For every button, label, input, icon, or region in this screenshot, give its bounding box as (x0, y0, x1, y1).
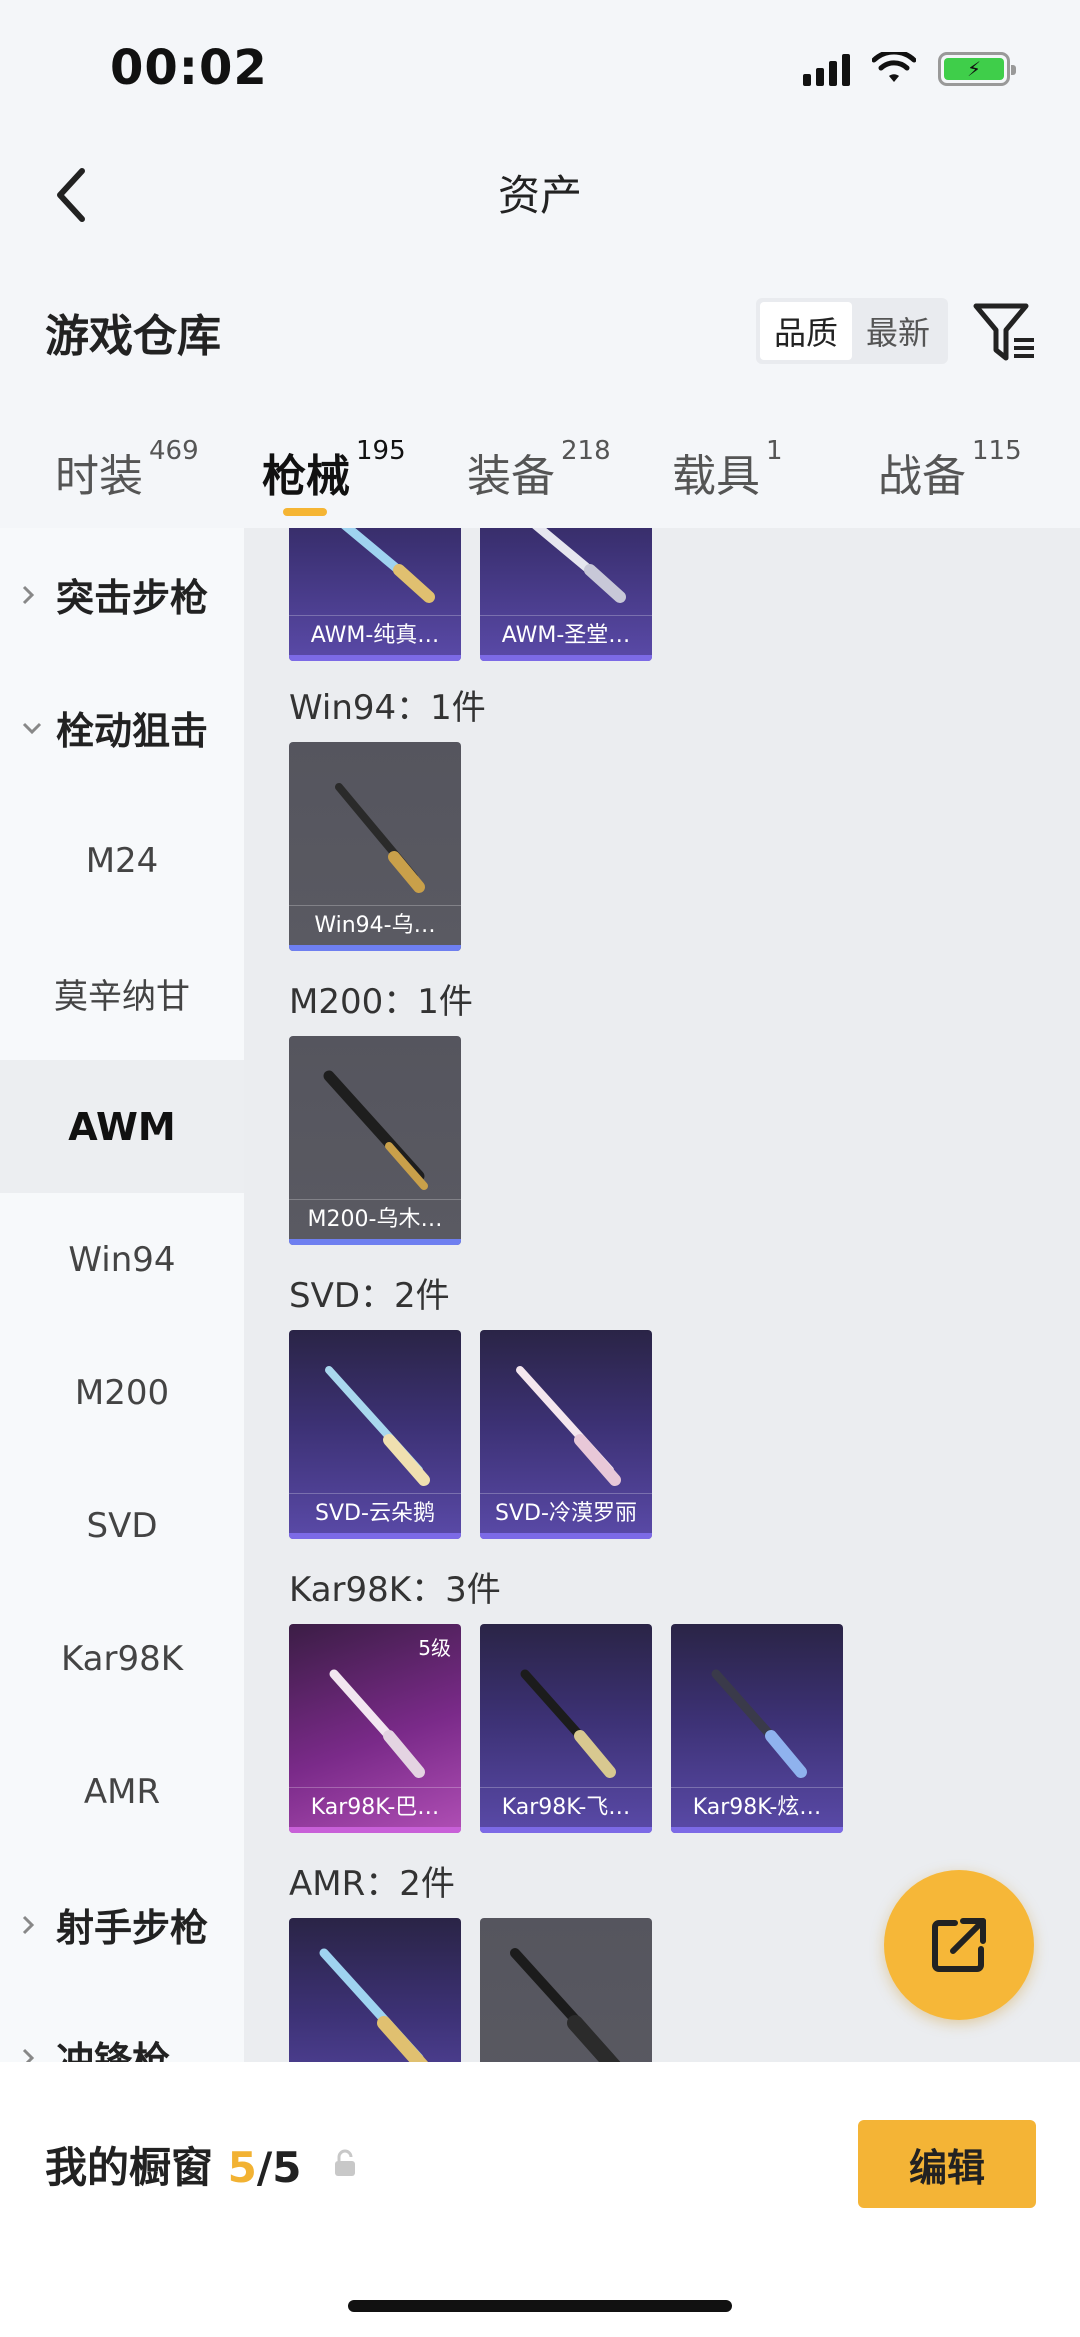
rifle-icon (319, 1948, 429, 2062)
group-label-win94: Win94：1件 (289, 688, 486, 728)
showcase-label: 我的橱窗 5/5 (45, 2143, 302, 2192)
status-icons: ⚡ (803, 52, 1016, 86)
level-badge: 5级 (418, 1636, 451, 1660)
sidebar-cat-label: 栓动狙击 (56, 709, 209, 753)
weapon-grid: AWM-纯真… AWM-圣堂… Win94：1件 Win94-乌… M200：1… (244, 528, 1080, 2062)
page-title: 资产 (497, 171, 582, 220)
share-icon (932, 1918, 986, 1972)
group-label-svd: SVD：2件 (289, 1276, 450, 1316)
group-label-kar98k: Kar98K：3件 (289, 1570, 501, 1610)
lock-icon (335, 2149, 355, 2176)
weapon-name: SVD-冷漠罗丽 (480, 1493, 652, 1533)
group-label-amr: AMR：2件 (289, 1864, 455, 1904)
weapon-name: Kar98K-巴… (289, 1787, 461, 1827)
sort-quality-button[interactable]: 品质 (760, 302, 852, 360)
status-bar: 00:02 ⚡ (0, 0, 1080, 140)
weapon-card[interactable]: SVD-冷漠罗丽 (480, 1330, 652, 1539)
tab-vehicles[interactable]: 载具 1 (672, 436, 783, 504)
edit-button[interactable]: 编辑 (858, 2120, 1036, 2208)
showcase-count: 5 (227, 2143, 257, 2192)
tab-fashion[interactable]: 时装 469 (55, 436, 199, 504)
tab-weapons[interactable]: 枪械 195 (262, 436, 406, 504)
sidebar-item-m24[interactable]: M24 (0, 794, 244, 927)
sidebar-cat-label: 冲锋枪 (56, 2039, 171, 2062)
weapon-name: Win94-乌… (289, 905, 461, 945)
section-title: 游戏仓库 (45, 311, 221, 362)
weapon-card[interactable]: SVD-云朵鹅 (289, 1330, 461, 1539)
group-label-m200: M200：1件 (289, 982, 473, 1022)
sidebar-item-amr[interactable]: AMR (0, 1725, 244, 1858)
share-button[interactable] (884, 1870, 1034, 2020)
chevron-right-icon (22, 1915, 35, 1934)
sidebar-item-kar98k[interactable]: Kar98K (0, 1592, 244, 1725)
weapon-category-sidebar: 突击步枪 栓动狙击 M24 莫辛纳甘 AWM Win94 M200 SVD Ka… (0, 528, 244, 2062)
sidebar-item-win94[interactable]: Win94 (0, 1193, 244, 1326)
chevron-right-icon (22, 2048, 35, 2062)
showcase-total: /5 (256, 2143, 302, 2192)
sidebar-item-svd[interactable]: SVD (0, 1459, 244, 1592)
status-time: 00:02 (110, 40, 268, 96)
sort-toggle: 品质 最新 (756, 298, 948, 364)
weapon-name: Kar98K-飞… (480, 1787, 652, 1827)
weapon-card[interactable]: AWM-纯真… (289, 528, 461, 661)
battery-icon: ⚡ (938, 52, 1016, 86)
weapon-name: AWM-圣堂… (480, 615, 652, 655)
tab-equipment[interactable]: 装备 218 (467, 436, 611, 504)
weapon-card[interactable]: Kar98K-炫… (671, 1624, 843, 1833)
category-tabs: 时装 469 枪械 195 装备 218 载具 1 战备 115 (0, 430, 1080, 530)
weapon-card[interactable]: M200-乌木… (289, 1036, 461, 1245)
weapon-name: M200-乌木… (289, 1199, 461, 1239)
weapon-name: AWM-纯真… (289, 615, 461, 655)
weapon-name: Kar98K-炫… (671, 1787, 843, 1827)
weapon-card[interactable]: Kar98K-飞… (480, 1624, 652, 1833)
home-indicator (348, 2300, 732, 2312)
sidebar-cat-bolt-sniper[interactable]: 栓动狙击 (0, 661, 244, 794)
weapon-card[interactable]: AWM-圣堂… (480, 528, 652, 661)
sidebar-item-awm[interactable]: AWM (0, 1060, 244, 1193)
sidebar-cat-assault-rifle[interactable]: 突击步枪 (0, 528, 244, 661)
sidebar-item-m200[interactable]: M200 (0, 1326, 244, 1459)
sidebar-cat-label: 射手步枪 (56, 1906, 209, 1950)
nav-bar: 资产 (0, 140, 1080, 240)
sidebar-cat-label: 突击步枪 (56, 576, 209, 620)
sidebar-cat-marksman-rifle[interactable]: 射手步枪 (0, 1858, 244, 1991)
filter-icon (973, 303, 1034, 361)
sidebar-item-mosin[interactable]: 莫辛纳甘 (0, 927, 244, 1060)
showcase-bar: 我的橱窗 5/5 编辑 (0, 2062, 1080, 2337)
sidebar-cat-smg[interactable]: 冲锋枪 (0, 1991, 244, 2062)
weapon-card[interactable]: Win94-乌… (289, 742, 461, 951)
weapon-card[interactable] (480, 1918, 652, 2062)
rifle-icon (510, 1948, 621, 2062)
section-header: 游戏仓库 品质 最新 (0, 270, 1080, 390)
sort-latest-button[interactable]: 最新 (852, 302, 944, 360)
weapon-card[interactable]: 5级 Kar98K-巴… (289, 1624, 461, 1833)
chevron-down-icon (22, 722, 42, 734)
signal-icon (803, 52, 850, 86)
wifi-icon (872, 52, 916, 82)
weapon-card[interactable] (289, 1918, 461, 2062)
active-tab-indicator (283, 508, 327, 516)
chevron-right-icon (22, 585, 35, 604)
filter-button[interactable] (970, 300, 1040, 366)
weapon-name: SVD-云朵鹅 (289, 1493, 461, 1533)
tab-gear[interactable]: 战备 115 (878, 436, 1022, 504)
